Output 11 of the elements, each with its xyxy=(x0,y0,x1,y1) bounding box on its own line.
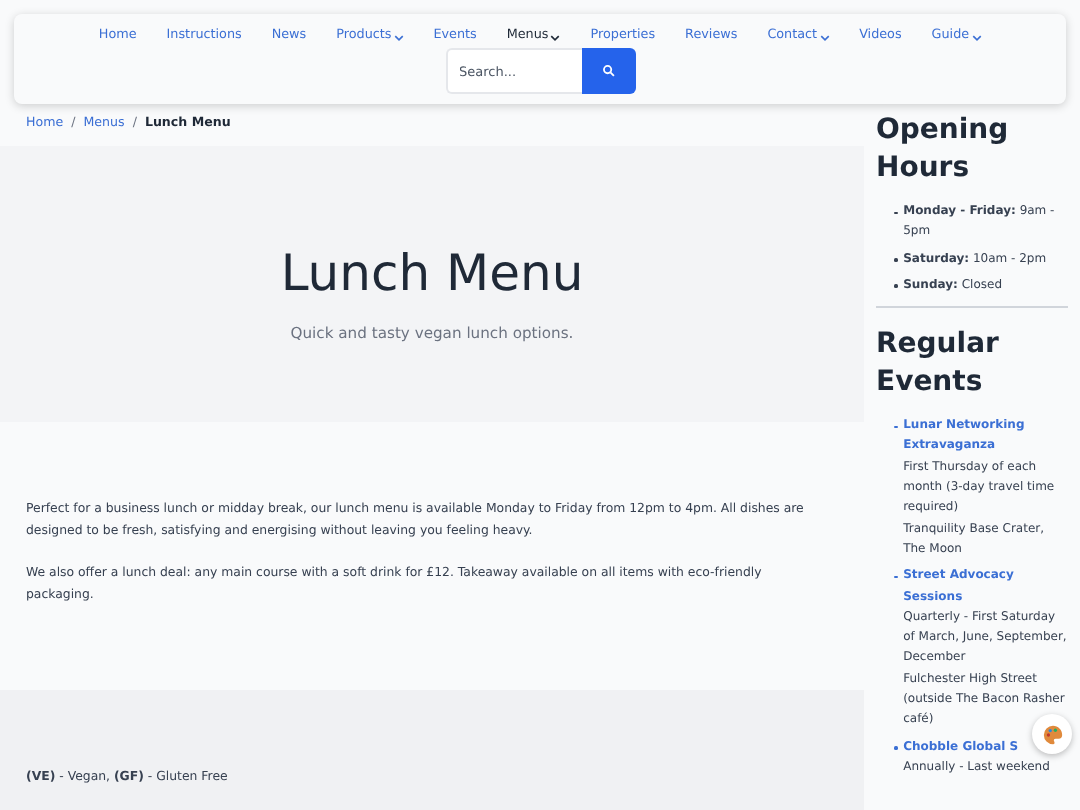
caret-icon xyxy=(550,33,561,41)
page-title: Lunch Menu xyxy=(280,243,584,301)
palette-button[interactable] xyxy=(1032,714,1072,754)
caret-icon xyxy=(393,33,404,41)
palette-icon xyxy=(1041,723,1063,745)
search-icon xyxy=(601,64,615,78)
caret-icon xyxy=(819,33,830,41)
caret-icon xyxy=(971,33,982,41)
sidebar-heading: Regular Events xyxy=(876,326,1001,403)
search-button[interactable] xyxy=(581,48,635,94)
sidebar-heading: Opening Hours xyxy=(876,112,1011,188)
